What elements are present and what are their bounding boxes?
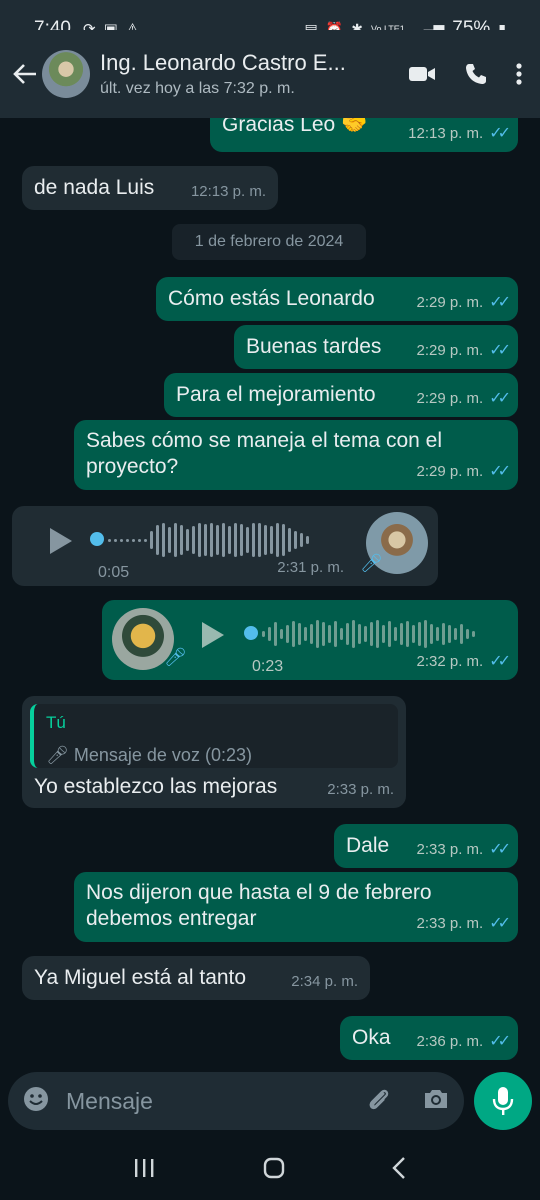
mic-icon: 🎤︎: [46, 745, 69, 765]
reply-message-incoming[interactable]: Tú 🎤︎ Mensaje de voz (0:23) Yo establezc…: [22, 696, 406, 808]
chat-area[interactable]: Gracias Leo 🤝 12:13 p. m. ✓✓ de nada Luis…: [0, 118, 540, 1078]
message-incoming[interactable]: de nada Luis 12:13 p. m.: [22, 166, 278, 210]
message-outgoing[interactable]: Nos dijeron que hasta el 9 de febrero de…: [74, 872, 518, 942]
voice-duration: 0:05: [98, 564, 130, 581]
voice-duration: 0:23: [252, 658, 284, 675]
recents-icon[interactable]: [133, 1157, 157, 1184]
message-outgoing[interactable]: Oka 2:36 p. m. ✓✓: [340, 1016, 518, 1060]
voice-message-outgoing[interactable]: 🎤︎ 0:23 2:32 p. m. ✓✓: [102, 600, 518, 680]
mic-icon: [492, 1087, 514, 1115]
message-outgoing[interactable]: Gracias Leo 🤝 12:13 p. m. ✓✓: [210, 118, 518, 152]
quote-author: Tú: [46, 713, 66, 732]
back-icon[interactable]: [391, 1156, 407, 1185]
waveform[interactable]: [108, 522, 309, 558]
message-outgoing[interactable]: Buenas tardes 2:29 p. m. ✓✓: [234, 325, 518, 369]
contact-info[interactable]: Ing. Leonardo Castro E... últ. vez hoy a…: [100, 50, 360, 98]
message-outgoing[interactable]: Dale 2:33 p. m. ✓✓: [334, 824, 518, 868]
read-tick-icon: ✓✓: [489, 841, 511, 858]
quoted-message[interactable]: Tú 🎤︎ Mensaje de voz (0:23): [30, 704, 398, 768]
emoji-icon[interactable]: [22, 1085, 50, 1118]
read-tick-icon: ✓✓: [489, 390, 511, 407]
read-tick-icon: ✓✓: [489, 125, 511, 142]
video-call-icon[interactable]: [408, 64, 436, 84]
last-seen: últ. vez hoy a las 7:32 p. m.: [100, 80, 295, 97]
read-tick-icon: ✓✓: [489, 342, 511, 359]
attach-icon[interactable]: [364, 1085, 392, 1118]
read-tick-icon: ✓✓: [489, 463, 511, 480]
mic-icon: 🎤︎: [164, 647, 187, 667]
play-icon[interactable]: [50, 528, 72, 554]
chat-header: Ing. Leonardo Castro E... últ. vez hoy a…: [0, 30, 540, 118]
waveform[interactable]: [262, 616, 475, 652]
camera-icon[interactable]: [422, 1087, 450, 1116]
read-tick-icon: ✓✓: [489, 915, 511, 932]
message-outgoing[interactable]: Sabes cómo se maneja el tema con el proy…: [74, 420, 518, 490]
read-tick-icon: ✓✓: [489, 1033, 511, 1050]
play-icon[interactable]: [202, 622, 224, 648]
date-separator: 1 de febrero de 2024: [172, 224, 366, 260]
mic-icon: 🎤︎: [360, 553, 383, 573]
system-nav-bar: [0, 1140, 540, 1200]
voice-progress-handle[interactable]: [90, 532, 104, 546]
mic-button[interactable]: [474, 1072, 532, 1130]
read-tick-icon: ✓✓: [489, 294, 511, 311]
contact-avatar[interactable]: [42, 50, 90, 98]
more-vert-icon[interactable]: [516, 63, 522, 85]
message-incoming[interactable]: Ya Miguel está al tanto 2:34 p. m.: [22, 956, 370, 1000]
voice-progress-handle[interactable]: [244, 626, 258, 640]
home-icon[interactable]: [262, 1156, 286, 1185]
read-tick-icon: ✓✓: [489, 653, 511, 670]
message-outgoing[interactable]: Para el mejoramiento 2:29 p. m. ✓✓: [164, 373, 518, 417]
message-composer: Mensaje: [8, 1072, 464, 1130]
voice-message-incoming[interactable]: 0:05 2:31 p. m. 🎤︎: [12, 506, 438, 586]
quote-text: Mensaje de voz (0:23): [73, 745, 252, 765]
contact-name: Ing. Leonardo Castro E...: [100, 50, 346, 75]
phone-icon[interactable]: [464, 62, 488, 86]
back-arrow-icon[interactable]: [8, 63, 42, 85]
message-outgoing[interactable]: Cómo estás Leonardo 2:29 p. m. ✓✓: [156, 277, 518, 321]
message-input[interactable]: Mensaje: [66, 1088, 153, 1115]
